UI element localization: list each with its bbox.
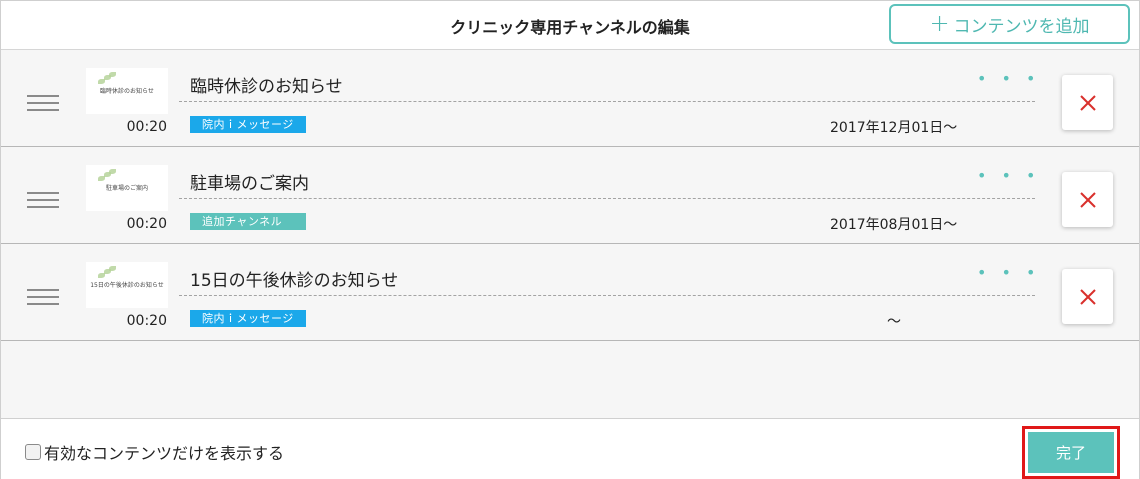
close-icon (1079, 288, 1096, 305)
active-only-filter[interactable]: 有効なコンテンツだけを表示する (25, 440, 284, 464)
active-only-checkbox[interactable] (25, 444, 41, 460)
dashed-divider (179, 295, 1035, 296)
start-date: 〜 (887, 314, 901, 330)
content-list: 臨時休診のお知らせ 00:20 臨時休診のお知らせ • • • 院内ｉメッセージ… (1, 50, 1139, 418)
plus-icon: + (929, 9, 950, 37)
leaf-decoration (94, 169, 116, 183)
start-date: 2017年12月01日〜 (830, 120, 958, 136)
content-row: 15日の午後休診のお知らせ 00:20 15日の午後休診のお知らせ • • • … (1, 244, 1139, 341)
content-title: 駐車場のご案内 (190, 174, 309, 194)
drag-handle-icon[interactable] (27, 289, 59, 307)
content-thumbnail: 15日の午後休診のお知らせ (86, 262, 168, 308)
delete-button[interactable] (1062, 269, 1113, 324)
content-thumbnail: 臨時休診のお知らせ (86, 68, 168, 114)
dashed-divider (179, 198, 1035, 199)
add-content-label: コンテンツを追加 (953, 16, 1090, 37)
thumbnail-text: 15日の午後休診のお知らせ (90, 282, 164, 289)
duration: 00:20 (126, 313, 167, 329)
channel-tag: 院内ｉメッセージ (190, 310, 306, 327)
content-title: 15日の午後休診のお知らせ (190, 271, 399, 291)
leaf-decoration (94, 266, 116, 280)
duration: 00:20 (126, 216, 167, 232)
delete-button[interactable] (1062, 75, 1113, 130)
drag-handle-icon[interactable] (27, 95, 59, 113)
delete-button[interactable] (1062, 172, 1113, 227)
close-icon (1079, 94, 1096, 111)
done-button[interactable]: 完了 (1028, 432, 1114, 473)
start-date: 2017年08月01日〜 (830, 217, 958, 233)
more-options-icon[interactable]: • • • (977, 263, 1040, 282)
drag-handle-icon[interactable] (27, 192, 59, 210)
add-content-button[interactable]: + コンテンツを追加 (889, 4, 1130, 44)
content-row: 臨時休診のお知らせ 00:20 臨時休診のお知らせ • • • 院内ｉメッセージ… (1, 50, 1139, 147)
channel-tag: 院内ｉメッセージ (190, 116, 306, 133)
duration: 00:20 (126, 119, 167, 135)
done-button-highlight: 完了 (1022, 426, 1120, 479)
edit-channel-panel: クリニック専用チャンネルの編集 + コンテンツを追加 臨時休診のお知らせ 00:… (0, 0, 1140, 479)
content-row: 駐車場のご案内 00:20 駐車場のご案内 • • • 追加チャンネル 2017… (1, 147, 1139, 244)
close-icon (1079, 191, 1096, 208)
thumbnail-text: 駐車場のご案内 (105, 185, 148, 192)
content-thumbnail: 駐車場のご案内 (86, 165, 168, 211)
thumbnail-text: 臨時休診のお知らせ (100, 88, 154, 95)
footer: 有効なコンテンツだけを表示する 完了 (1, 418, 1139, 479)
more-options-icon[interactable]: • • • (977, 69, 1040, 88)
header: クリニック専用チャンネルの編集 + コンテンツを追加 (1, 1, 1139, 50)
content-title: 臨時休診のお知らせ (190, 77, 343, 97)
leaf-decoration (94, 72, 116, 86)
more-options-icon[interactable]: • • • (977, 166, 1040, 185)
active-only-label: 有効なコンテンツだけを表示する (44, 444, 285, 463)
channel-tag: 追加チャンネル (190, 213, 306, 230)
dashed-divider (179, 101, 1035, 102)
